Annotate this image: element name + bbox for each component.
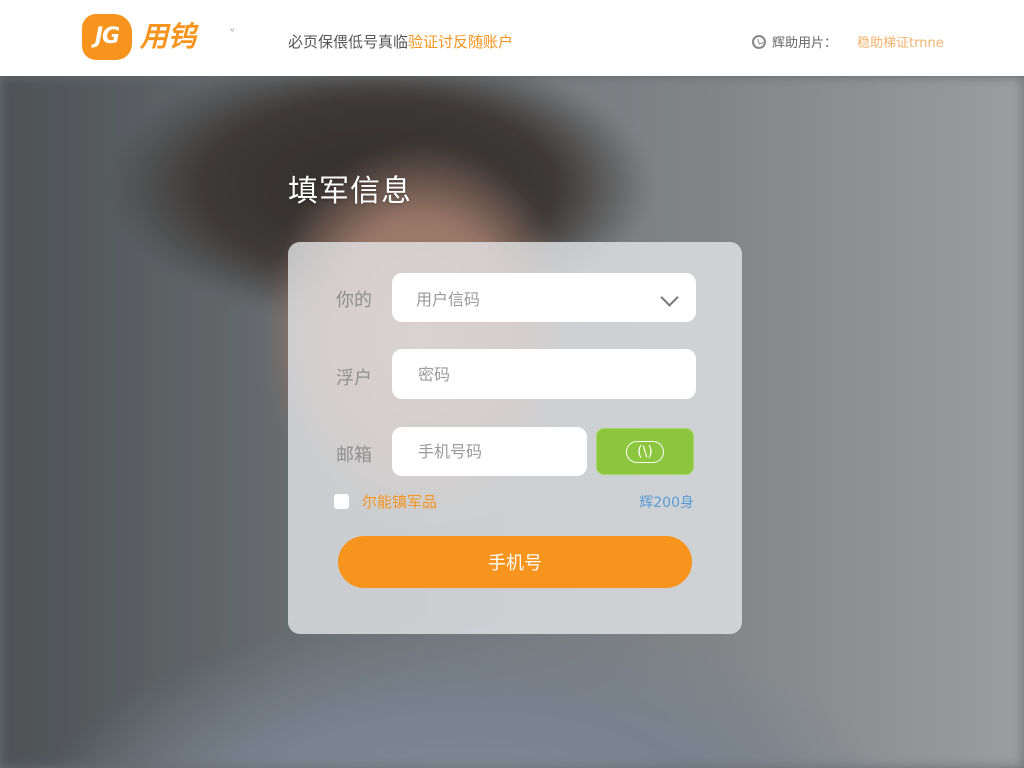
- clock-icon: [752, 34, 766, 49]
- agree-checkbox[interactable]: [334, 494, 349, 509]
- header-notice: 必页保偎低号真临验证讨反随账户: [288, 31, 513, 52]
- chevron-down-icon[interactable]: [660, 288, 679, 307]
- chevron-down-icon[interactable]: ˅: [229, 28, 236, 43]
- password-field-wrap[interactable]: [392, 349, 696, 399]
- logo-badge[interactable]: JG: [82, 14, 132, 60]
- send-code-label: (\): [626, 440, 664, 463]
- row-label-account: 你的: [336, 290, 372, 311]
- phone-field[interactable]: [416, 441, 587, 462]
- page-title: 填军信息: [288, 174, 412, 209]
- user-area: 辉助用片： 稳助梯证trnne: [752, 32, 944, 51]
- notice-text: 必页保偎低号真临: [288, 33, 409, 51]
- phone-field-wrap[interactable]: [392, 427, 587, 476]
- user-link[interactable]: 稳助梯证trnne: [857, 32, 944, 51]
- account-select[interactable]: 用户信码: [392, 273, 696, 322]
- agree-link[interactable]: 尔能镇军品: [362, 491, 437, 512]
- password-field[interactable]: [416, 363, 696, 385]
- top-header: JG 用钨 ˅ 必页保偎低号真临验证讨反随账户 辉助用片： 稳助梯证trnne: [0, 0, 1024, 76]
- form-card: 你的 用户信码 浮户 邮箱 (\) 尔能镇军品 辉200身 手机号: [288, 242, 742, 634]
- logo-text[interactable]: 用钨: [140, 20, 196, 54]
- agree-row: 尔能镇军品: [334, 491, 437, 512]
- user-label: 辉助用片：: [772, 36, 838, 51]
- send-code-button[interactable]: (\): [596, 428, 694, 475]
- verify-account-link[interactable]: 验证讨反随账户: [408, 33, 513, 51]
- row-label-email: 邮箱: [336, 445, 372, 466]
- row-label-password: 浮户: [336, 368, 372, 389]
- account-select-value: 用户信码: [416, 289, 481, 309]
- submit-button[interactable]: 手机号: [338, 536, 692, 588]
- right-link[interactable]: 辉200身: [639, 492, 694, 512]
